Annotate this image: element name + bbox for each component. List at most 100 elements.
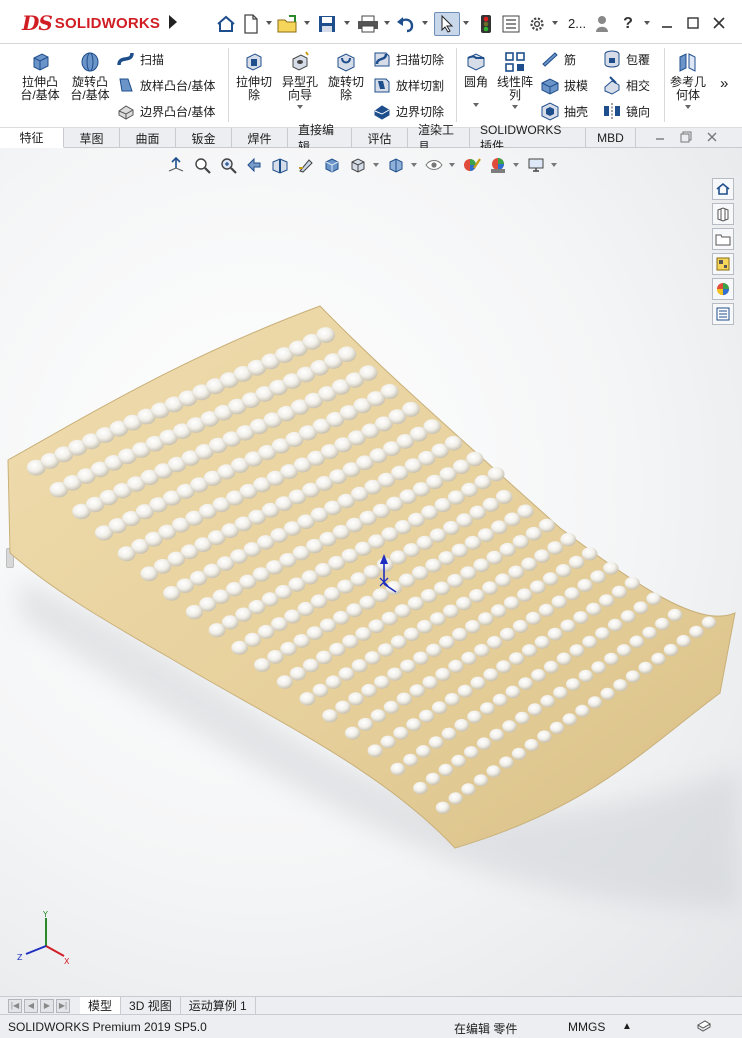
swept-cut-button[interactable]: 扫描切除: [372, 48, 444, 70]
new-dropdown[interactable]: [266, 21, 272, 25]
unit-system[interactable]: MMGS: [568, 1020, 605, 1034]
tab-3d-view[interactable]: 3D 视图: [121, 996, 181, 1015]
select-cursor-icon[interactable]: [434, 12, 460, 36]
first-tab-icon[interactable]: |◀: [8, 998, 22, 1013]
hole-wizard-dropdown[interactable]: [297, 105, 303, 109]
tab-weldments[interactable]: 焊件: [232, 128, 288, 148]
boundary-cut-button[interactable]: 边界切除: [372, 100, 444, 122]
open-dropdown[interactable]: [304, 21, 310, 25]
boundary-boss-button[interactable]: 边界凸台/基体: [116, 100, 215, 122]
reference-geometry-dropdown[interactable]: [685, 105, 691, 109]
shell-button[interactable]: 抽壳: [540, 100, 588, 122]
surface-bump: [600, 687, 615, 700]
user-icon[interactable]: [592, 12, 612, 36]
extruded-boss-button[interactable]: 拉伸凸 台/基体: [18, 50, 62, 102]
surface-bump: [582, 635, 598, 649]
save-icon[interactable]: [316, 12, 338, 36]
surface-bump: [312, 683, 329, 698]
save-dropdown[interactable]: [344, 21, 350, 25]
surface-bump: [538, 518, 556, 533]
prev-tab-icon[interactable]: ◀: [24, 998, 38, 1013]
tab-sheet-metal[interactable]: 钣金: [176, 128, 232, 148]
surface-bump: [348, 692, 364, 706]
revolved-cut-button[interactable]: 旋转切 除: [326, 50, 366, 102]
brand-name: SOLIDWORKS: [54, 14, 161, 32]
undo-icon[interactable]: [394, 12, 418, 36]
solidworks-logo[interactable]: DS SOLIDWORKS: [22, 10, 160, 36]
last-tab-icon[interactable]: ▶|: [56, 998, 70, 1013]
next-tab-icon[interactable]: ▶: [40, 998, 54, 1013]
surface-bump: [515, 711, 530, 725]
tab-direct-editing[interactable]: 直接编辑: [288, 123, 352, 154]
menu-expand-arrow[interactable]: [165, 12, 181, 32]
tab-motion-study[interactable]: 运动算例 1: [181, 996, 256, 1015]
surface-bump: [335, 700, 351, 714]
command-manager-tabs: 特征 草图 曲面 钣金 焊件 直接编辑 评估 渲染工具 SOLIDWORKS 插…: [0, 123, 742, 154]
tab-features[interactable]: 特征: [0, 128, 64, 148]
user-account-label[interactable]: 2...: [568, 16, 586, 31]
tab-solidworks-addins[interactable]: SOLIDWORKS 插件: [470, 123, 586, 153]
loft-boss-button[interactable]: 放样凸台/基体: [116, 74, 215, 96]
draft-button[interactable]: 拔模: [540, 74, 588, 96]
linear-pattern-dropdown[interactable]: [512, 105, 518, 109]
reference-geometry-button[interactable]: 参考几 何体: [668, 50, 708, 109]
wrap-icon: [604, 50, 620, 68]
home-icon[interactable]: [214, 12, 238, 36]
hole-wizard-button[interactable]: 异型孔 向导: [280, 50, 320, 109]
surface-bump: [502, 720, 517, 733]
fillet-button[interactable]: 圆角: [460, 50, 492, 107]
options-dropdown[interactable]: [552, 21, 558, 25]
tabs-minimize-icon[interactable]: [654, 131, 666, 146]
tab-render-tools[interactable]: 渲染工具: [408, 123, 470, 154]
rib-button[interactable]: 筋: [540, 48, 576, 70]
mirror-button[interactable]: 镜向: [602, 100, 650, 122]
help-icon[interactable]: ?: [618, 12, 638, 36]
close-icon[interactable]: [708, 12, 730, 34]
print-dropdown[interactable]: [384, 21, 390, 25]
new-document-icon[interactable]: [240, 12, 262, 36]
surface-bump: [316, 327, 336, 343]
title-bar: DS SOLIDWORKS 2... ?: [0, 0, 742, 44]
print-icon[interactable]: [356, 12, 380, 36]
intersect-button[interactable]: 相交: [602, 74, 650, 96]
lofted-cut-button[interactable]: 放样切割: [372, 74, 444, 96]
fillet-dropdown[interactable]: [473, 103, 479, 107]
surface-bump: [564, 587, 580, 601]
tabs-restore-icon[interactable]: [680, 131, 692, 146]
rebuild-traffic-light-icon[interactable]: [476, 12, 496, 36]
open-icon[interactable]: [276, 12, 300, 36]
select-dropdown[interactable]: [463, 21, 469, 25]
surface-bump: [499, 756, 514, 769]
linear-pattern-button[interactable]: 线性阵 列: [496, 50, 534, 109]
lofted-cut-label: 放样切割: [396, 78, 445, 93]
surface-bump: [380, 383, 399, 400]
tab-label: 运动算例 1: [188, 999, 247, 1013]
file-properties-icon[interactable]: [500, 12, 522, 36]
sweep-button[interactable]: 扫描: [116, 48, 164, 70]
tab-model[interactable]: 模型: [80, 996, 122, 1015]
loft-boss-icon: [119, 78, 133, 92]
maximize-icon[interactable]: [682, 12, 704, 34]
revolved-boss-button[interactable]: 旋转凸 台/基体: [68, 50, 112, 102]
tabs-close-icon[interactable]: [706, 131, 718, 146]
tab-mbd[interactable]: MBD: [586, 128, 636, 148]
minimize-icon[interactable]: [656, 12, 678, 34]
wrap-button[interactable]: 包覆: [602, 48, 650, 70]
tab-sketch[interactable]: 草图: [64, 128, 120, 148]
bumpy-surface-model[interactable]: [0, 148, 742, 996]
unit-system-arrow[interactable]: ▲: [622, 1021, 632, 1032]
revolved-cut-icon: [337, 53, 355, 72]
ribbon-overflow-button[interactable]: »: [720, 72, 728, 94]
tab-label: 3D 视图: [129, 999, 172, 1013]
graphics-viewport[interactable]: Y X Z: [0, 148, 742, 996]
quick-tips-icon[interactable]: [696, 1018, 712, 1037]
tab-surfaces[interactable]: 曲面: [120, 128, 176, 148]
help-dropdown[interactable]: [644, 21, 650, 25]
tab-evaluate[interactable]: 评估: [352, 128, 408, 148]
wrap-label: 包覆: [626, 52, 651, 67]
surface-bump: [549, 721, 565, 735]
undo-dropdown[interactable]: [422, 21, 428, 25]
surface-bump: [433, 581, 451, 596]
extruded-cut-button[interactable]: 拉伸切 除: [234, 50, 274, 102]
options-gear-icon[interactable]: [526, 12, 548, 36]
